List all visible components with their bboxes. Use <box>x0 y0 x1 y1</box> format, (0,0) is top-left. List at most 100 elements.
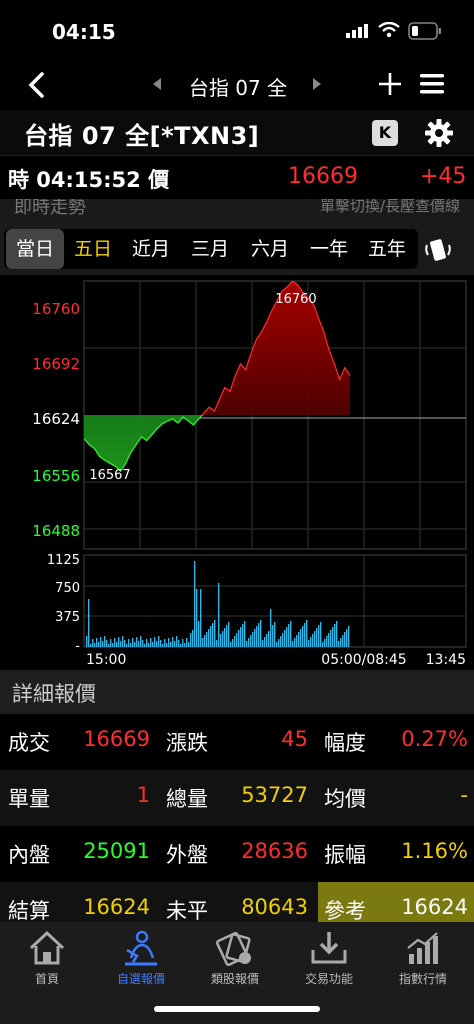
volume-bar <box>158 636 160 647</box>
x-label-mid: 05:00/08:45 <box>321 652 406 668</box>
rotate-screen-icon[interactable] <box>424 237 452 263</box>
volume-bar <box>218 583 220 647</box>
volume-bar <box>214 620 216 647</box>
high-label: 16760 <box>275 292 316 307</box>
add-icon[interactable] <box>376 70 404 98</box>
volume-bar <box>274 622 276 647</box>
k-chart-button[interactable]: K <box>372 120 398 146</box>
volume-tick-375: 375 <box>55 610 80 625</box>
volume-bar <box>198 621 200 647</box>
details-grid: 成交 16669 漲跌 45 幅度 0.27% 單量 1 總量 53727 均價… <box>0 714 474 922</box>
detail-value: 53727 <box>241 783 308 807</box>
status-bar: 04:15 <box>0 0 474 62</box>
tab-sector[interactable]: 類股報價 <box>188 928 282 998</box>
volume-bar <box>112 643 114 647</box>
low-label: 16567 <box>89 468 130 483</box>
volume-bar <box>310 637 312 647</box>
volume-bar <box>306 620 308 647</box>
volume-bar <box>334 624 336 647</box>
prev-contract-icon[interactable] <box>152 78 162 90</box>
volume-bar <box>154 637 156 647</box>
volume-bar <box>114 638 116 647</box>
volume-bar <box>298 632 300 647</box>
detail-value: 16669 <box>83 727 150 751</box>
back-arrow-icon[interactable] <box>22 70 52 100</box>
volume-bar <box>338 641 340 647</box>
volume-bar <box>106 640 108 647</box>
volume-bar <box>98 642 100 647</box>
volume-bar <box>304 623 306 647</box>
quote-price: 16669 <box>288 164 358 189</box>
home-indicator <box>154 1006 320 1012</box>
price-tick-bottom: 16488 <box>32 522 80 540</box>
details-row: 單量 1 總量 53727 均價 - <box>0 770 474 826</box>
tab-home[interactable]: 首頁 <box>0 928 94 998</box>
details-row: 結算 16624 未平 80643 參考 16624 <box>0 882 474 922</box>
tab-one-year[interactable]: 一年 <box>300 229 358 269</box>
volume-bar <box>216 640 218 647</box>
volume-bar <box>328 633 330 647</box>
volume-bar <box>174 641 176 647</box>
tab-five-year[interactable]: 五年 <box>358 229 416 269</box>
volume-bar <box>144 644 146 647</box>
detail-value: 1 <box>136 783 150 807</box>
volume-bar <box>244 621 246 647</box>
volume-bar <box>342 635 344 647</box>
volume-bar <box>108 644 110 647</box>
volume-bar <box>94 643 96 647</box>
volume-bar <box>184 643 186 647</box>
symbol-name: 台指 07 全[*TXN3] <box>24 122 260 150</box>
detail-label: 單量 <box>8 787 50 811</box>
volume-bar <box>192 630 194 647</box>
volume-bar <box>258 623 260 647</box>
battery-icon <box>408 22 441 40</box>
tab-watchlist[interactable]: 自選報價 <box>94 928 188 998</box>
detail-label: 成交 <box>8 731 50 755</box>
tab-index[interactable]: 指數行情 <box>376 928 470 998</box>
volume-bar <box>130 643 132 647</box>
volume-bar <box>156 641 158 647</box>
volume-bar <box>236 633 238 647</box>
volume-bar <box>308 640 310 647</box>
chart-section-title: 即時走勢 <box>14 199 86 218</box>
tab-three-month[interactable]: 三月 <box>180 229 240 269</box>
price-tick-4: 16556 <box>32 467 80 485</box>
volume-bar <box>196 589 198 647</box>
volume-bar <box>240 627 242 647</box>
volume-bar <box>100 637 102 647</box>
volume-tick-1125: 1125 <box>47 553 80 568</box>
volume-bar <box>168 638 170 647</box>
detail-value: 28636 <box>241 839 308 863</box>
volume-bar <box>296 635 298 647</box>
tab-label: 類股報價 <box>210 972 259 986</box>
volume-bar <box>316 628 318 647</box>
detail-label: 結算 <box>8 899 50 922</box>
volume-bar <box>180 644 182 647</box>
volume-bar <box>140 636 142 647</box>
volume-bar <box>170 642 172 647</box>
price-area <box>84 281 351 473</box>
volume-bars <box>86 561 350 647</box>
tab-six-month[interactable]: 六月 <box>240 229 300 269</box>
volume-bar <box>234 636 236 647</box>
volume-bar <box>166 643 168 647</box>
intraday-chart[interactable]: 16760 16692 16624 16556 16488 16760 1656… <box>0 275 474 670</box>
volume-bar <box>150 638 152 647</box>
tab-today[interactable]: 當日 <box>6 229 64 269</box>
volume-bar <box>264 637 266 647</box>
volume-bar <box>88 599 90 647</box>
volume-bar <box>336 621 338 647</box>
volume-bar <box>102 641 104 647</box>
volume-bar <box>340 638 342 647</box>
next-contract-icon[interactable] <box>312 78 322 90</box>
tab-trade[interactable]: 交易功能 <box>282 928 376 998</box>
tab-label: 交易功能 <box>304 972 353 986</box>
volume-bar <box>246 641 248 647</box>
tab-five-day[interactable]: 五日 <box>64 229 122 269</box>
tab-near-month[interactable]: 近月 <box>122 229 180 269</box>
x-label-end: 13:45 <box>426 652 466 668</box>
menu-icon[interactable] <box>418 70 446 98</box>
volume-bar <box>294 638 296 647</box>
gear-icon[interactable] <box>424 118 454 148</box>
volume-bar <box>232 639 234 647</box>
